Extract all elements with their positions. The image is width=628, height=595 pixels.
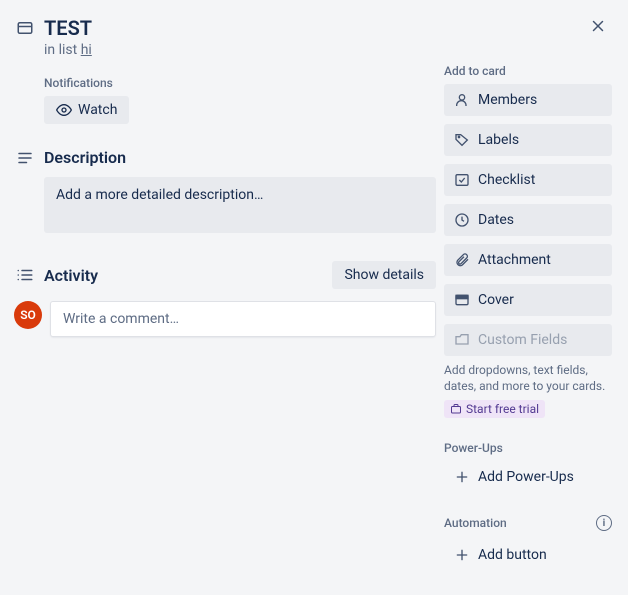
tag-icon	[454, 132, 470, 148]
watch-button[interactable]: Watch	[44, 96, 129, 124]
close-icon	[589, 17, 607, 35]
checklist-button[interactable]: Checklist	[444, 164, 612, 196]
activity-icon	[16, 266, 44, 284]
custom-fields-icon	[454, 332, 470, 348]
plus-icon	[454, 547, 470, 563]
user-icon	[454, 92, 470, 108]
eye-icon	[56, 102, 72, 118]
checklist-icon	[454, 172, 470, 188]
card-list-location: in list hi	[44, 42, 436, 58]
members-button[interactable]: Members	[444, 84, 612, 116]
paperclip-icon	[454, 252, 470, 268]
automation-label: Automation	[444, 516, 507, 530]
start-trial-button[interactable]: Start free trial	[444, 400, 545, 418]
show-details-button[interactable]: Show details	[332, 261, 436, 289]
add-to-card-label: Add to card	[444, 64, 612, 78]
plus-icon	[454, 469, 470, 485]
clock-icon	[454, 212, 470, 228]
cover-icon	[454, 292, 470, 308]
add-powerups-button[interactable]: Add Power-Ups	[444, 461, 612, 493]
custom-fields-button[interactable]: Custom Fields	[444, 324, 612, 356]
description-input[interactable]: Add a more detailed description…	[44, 177, 436, 233]
custom-fields-hint: Add dropdowns, text fields, dates, and m…	[444, 362, 612, 394]
dates-button[interactable]: Dates	[444, 204, 612, 236]
activity-heading: Activity	[44, 266, 332, 285]
info-icon[interactable]: i	[596, 515, 612, 531]
notifications-label: Notifications	[44, 76, 436, 90]
close-button[interactable]	[582, 10, 614, 42]
comment-input[interactable]: Write a comment…	[50, 301, 436, 337]
card-icon	[16, 14, 44, 37]
add-button-button[interactable]: Add button	[444, 539, 612, 571]
attachment-button[interactable]: Attachment	[444, 244, 612, 276]
cover-button[interactable]: Cover	[444, 284, 612, 316]
avatar[interactable]: SO	[14, 301, 42, 329]
powerups-label: Power-Ups	[444, 441, 612, 455]
labels-button[interactable]: Labels	[444, 124, 612, 156]
card-title[interactable]: TEST	[44, 14, 92, 40]
briefcase-icon	[450, 403, 462, 415]
list-link[interactable]: hi	[81, 42, 92, 58]
description-heading: Description	[44, 148, 436, 167]
description-icon	[16, 149, 44, 167]
